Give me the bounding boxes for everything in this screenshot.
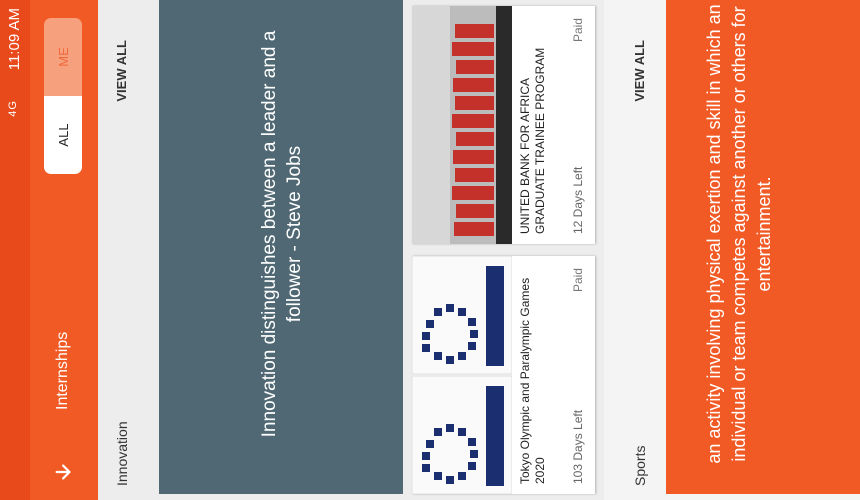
card-days-left: 12 Days Left: [571, 166, 585, 234]
section-title-innovation: Innovation: [114, 421, 130, 486]
view-all-innovation-button[interactable]: VIEW ALL: [114, 40, 129, 102]
app-bar: Internships ALL ME: [30, 0, 98, 500]
innovation-quote: Innovation distinguishes between a leade…: [259, 30, 305, 438]
status-time: 11:09 AM: [6, 8, 23, 71]
uba-group-photo: [412, 6, 512, 244]
card-title: Tokyo Olympic and Paralympic Games 2020: [518, 277, 547, 484]
card-paid-badge: Paid: [571, 18, 585, 43]
signal-icon: 4G: [7, 100, 19, 117]
card-title: UNITED BANK FOR AFRICA GRADUATE TRAINEE …: [518, 47, 547, 234]
tokyo-2020-image: [412, 256, 513, 494]
innovation-section-header: Innovation VIEW ALL: [98, 0, 138, 500]
phone-screen: 4G 11:09 AM Internships ALL ME Innovatio…: [0, 0, 860, 500]
internship-card[interactable]: Tokyo Olympic and Paralympic Games 2020 …: [412, 256, 595, 494]
back-button[interactable]: [44, 444, 84, 500]
scope-toggle: ALL ME: [44, 18, 82, 174]
sports-section: Sports VIEW ALL an activity involving ph…: [604, 0, 860, 500]
sports-description: an activity involving physical exertion …: [704, 4, 774, 464]
internship-card[interactable]: UNITED BANK FOR AFRICA GRADUATE TRAINEE …: [412, 6, 595, 244]
page-title: Internships: [54, 331, 71, 410]
toggle-me-button[interactable]: ME: [44, 18, 82, 96]
section-title-sports: Sports: [632, 445, 648, 486]
sports-banner[interactable]: an activity involving physical exertion …: [666, 0, 860, 494]
card-paid-badge: Paid: [571, 268, 585, 293]
view-all-sports-button[interactable]: VIEW ALL: [632, 40, 647, 102]
toggle-all-button[interactable]: ALL: [44, 96, 82, 174]
innovation-banner[interactable]: Innovation distinguishes between a leade…: [159, 0, 403, 494]
card-days-left: 103 Days Left: [571, 409, 585, 484]
arrow-down-icon: [55, 464, 71, 480]
app-viewport: 4G 11:09 AM Internships ALL ME Innovatio…: [0, 0, 860, 500]
status-bar: 4G 11:09 AM: [0, 0, 30, 500]
sports-section-header: Sports VIEW ALL: [604, 0, 664, 500]
